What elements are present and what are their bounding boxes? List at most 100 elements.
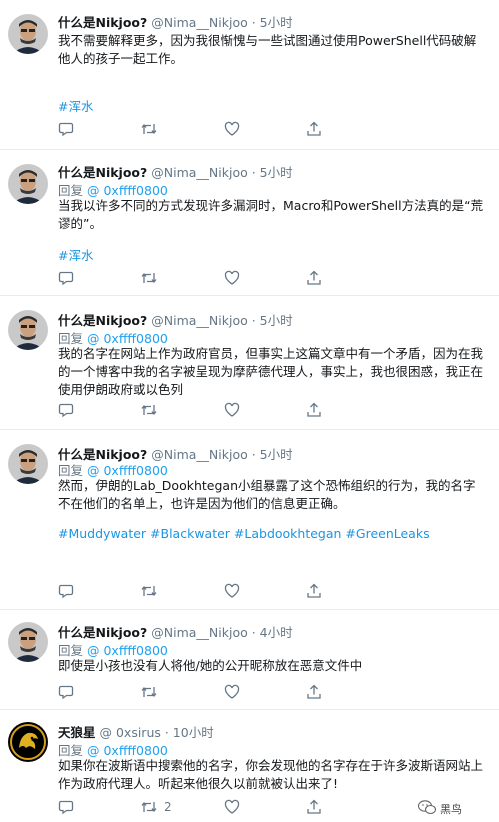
share-button[interactable]: [306, 684, 322, 700]
tweet[interactable]: 什么是Nikjoo? @Nima__Nikjoo · 5小时 我不需要解释更多，…: [0, 0, 499, 150]
share-icon: [306, 121, 322, 137]
like-button[interactable]: [224, 121, 240, 137]
handle-time[interactable]: @Nima__Nikjoo · 5小时: [151, 313, 292, 328]
like-icon: [224, 121, 240, 137]
reply-button[interactable]: [58, 684, 74, 700]
handle-time[interactable]: @Nima__Nikjoo · 5小时: [151, 15, 292, 30]
retweet-button[interactable]: [140, 121, 164, 137]
reply-icon: [58, 583, 74, 599]
retweet-count: 2: [164, 800, 172, 814]
retweet-icon: [140, 583, 158, 599]
avatar[interactable]: [8, 444, 48, 484]
reply-prefix: 回复: [58, 643, 84, 658]
watermark-label: 黑鸟: [440, 803, 462, 816]
reply-prefix: 回复: [58, 331, 84, 346]
like-icon: [224, 583, 240, 599]
like-button[interactable]: [224, 799, 240, 815]
share-icon: [306, 583, 322, 599]
handle-time[interactable]: @Nima__Nikjoo · 5小时: [151, 165, 292, 180]
retweet-button[interactable]: [140, 583, 164, 599]
retweet-button[interactable]: [140, 270, 164, 286]
avatar[interactable]: [8, 14, 48, 54]
reply-icon: [58, 270, 74, 286]
tweet-actions: [58, 121, 388, 137]
like-button[interactable]: [224, 583, 240, 599]
reply-icon: [58, 684, 74, 700]
tweet-actions: [58, 402, 388, 418]
reply-button[interactable]: [58, 270, 74, 286]
avatar[interactable]: [8, 622, 48, 662]
tweet-header: 什么是Nikjoo? @Nima__Nikjoo · 4小时: [58, 622, 491, 641]
reply-button[interactable]: [58, 583, 74, 599]
retweet-icon: [140, 402, 158, 418]
like-icon: [224, 270, 240, 286]
tweet-actions: [58, 684, 388, 700]
retweet-icon: [140, 270, 158, 286]
hashtags[interactable]: #浑水: [58, 245, 488, 264]
like-icon: [224, 799, 240, 815]
share-button[interactable]: [306, 270, 322, 286]
share-button[interactable]: [306, 121, 322, 137]
reply-to-link[interactable]: @ 0xffff0800: [87, 183, 168, 198]
like-button[interactable]: [224, 402, 240, 418]
reply-to-link[interactable]: @ 0xffff0800: [87, 643, 168, 658]
reply-icon: [58, 121, 74, 137]
handle-time[interactable]: @Nima__Nikjoo · 4小时: [151, 625, 292, 640]
share-icon: [306, 799, 322, 815]
reply-icon: [58, 402, 74, 418]
display-name[interactable]: 什么是Nikjoo?: [58, 313, 147, 328]
retweet-icon: [140, 121, 158, 137]
tweet-text: 即使是小孩也没有人将他/她的公开昵称放在恶意文件中: [58, 658, 363, 673]
like-button[interactable]: [224, 684, 240, 700]
tweet-actions: 2: [58, 799, 388, 815]
display-name[interactable]: 天狼星: [58, 725, 96, 740]
reply-to-link[interactable]: @ 0xffff0800: [87, 463, 168, 478]
reply-prefix: 回复: [58, 463, 84, 478]
tweet-text: 当我以许多不同的方式发现许多漏洞时，Macro和PowerShell方法真的是“…: [58, 198, 484, 231]
reply-button[interactable]: [58, 402, 74, 418]
share-icon: [306, 684, 322, 700]
tweet[interactable]: 什么是Nikjoo? @Nima__Nikjoo · 4小时 回复 @ 0xff…: [0, 610, 499, 710]
avatar[interactable]: [8, 722, 48, 762]
retweet-icon: [140, 684, 158, 700]
share-button[interactable]: [306, 402, 322, 418]
wechat-icon: [417, 800, 437, 818]
reply-prefix: 回复: [58, 743, 84, 758]
display-name[interactable]: 什么是Nikjoo?: [58, 625, 147, 640]
reply-prefix: 回复: [58, 183, 84, 198]
handle-time[interactable]: @Nima__Nikjoo · 5小时: [151, 447, 292, 462]
share-button[interactable]: [306, 583, 322, 599]
tweet[interactable]: 什么是Nikjoo? @Nima__Nikjoo · 5小时 回复 @ 0xff…: [0, 150, 499, 296]
handle-time[interactable]: @ 0xsirus · 10小时: [100, 725, 214, 740]
retweet-button[interactable]: [140, 684, 164, 700]
tweet-header: 天狼星 @ 0xsirus · 10小时: [58, 722, 491, 741]
avatar[interactable]: [8, 310, 48, 350]
hashtags[interactable]: #Muddywater #Blackwater #Labdookhtegan #…: [58, 526, 488, 541]
retweet-button[interactable]: [140, 402, 164, 418]
retweet-icon: [140, 799, 158, 815]
reply-button[interactable]: [58, 121, 74, 137]
hashtags[interactable]: #浑水: [58, 96, 488, 115]
tweet[interactable]: 什么是Nikjoo? @Nima__Nikjoo · 5小时 回复 @ 0xff…: [0, 296, 499, 430]
tweet-text: 如果你在波斯语中搜索他的名字，你会发现他的名字存在于许多波斯语网站上作为政府代理…: [58, 758, 484, 791]
avatar[interactable]: [8, 164, 48, 204]
tweet-actions: [58, 270, 388, 286]
tweet[interactable]: 什么是Nikjoo? @Nima__Nikjoo · 5小时 回复 @ 0xff…: [0, 430, 499, 610]
like-icon: [224, 402, 240, 418]
reply-icon: [58, 799, 74, 815]
like-icon: [224, 684, 240, 700]
tweet-header: 什么是Nikjoo? @Nima__Nikjoo · 5小时: [58, 162, 491, 181]
display-name[interactable]: 什么是Nikjoo?: [58, 15, 147, 30]
tweet-header: 什么是Nikjoo? @Nima__Nikjoo · 5小时: [58, 310, 491, 329]
reply-button[interactable]: [58, 799, 74, 815]
display-name[interactable]: 什么是Nikjoo?: [58, 165, 147, 180]
share-button[interactable]: [306, 799, 322, 815]
share-icon: [306, 402, 322, 418]
reply-to-link[interactable]: @ 0xffff0800: [87, 743, 168, 758]
like-button[interactable]: [224, 270, 240, 286]
watermark: 黑鸟: [417, 800, 462, 818]
tweet-actions: [58, 583, 388, 599]
retweet-button[interactable]: 2: [140, 799, 172, 815]
reply-to-link[interactable]: @ 0xffff0800: [87, 331, 168, 346]
tweet-text: 我不需要解释更多，因为我很惭愧与一些试图通过使用PowerShell代码破解他人…: [58, 33, 477, 66]
